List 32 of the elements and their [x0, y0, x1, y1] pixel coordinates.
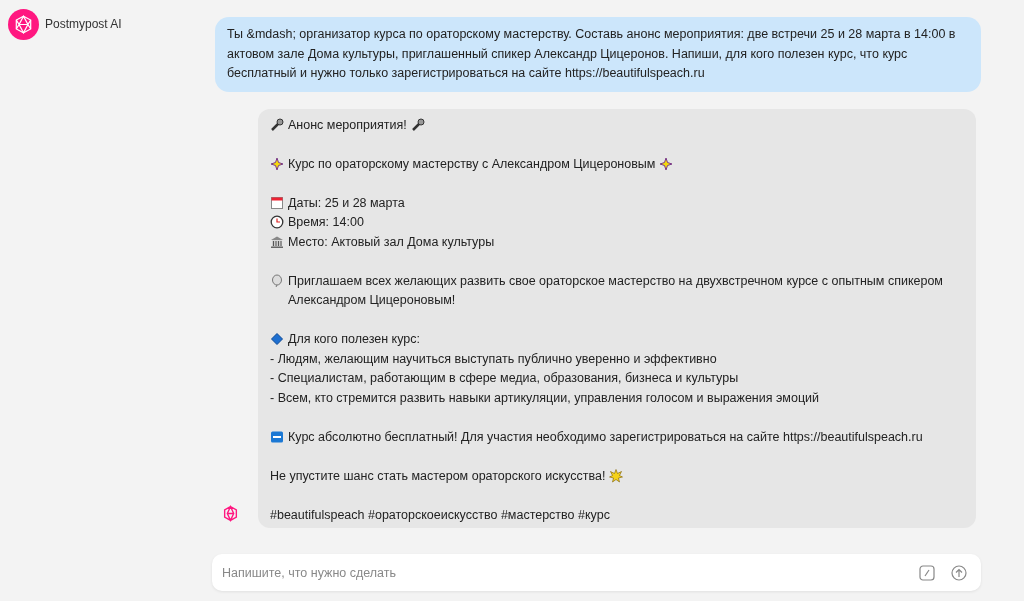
send-icon[interactable]	[951, 564, 967, 581]
message-input[interactable]: Напишите, что нужно сделать	[220, 564, 903, 581]
app-name: Postmypost AI	[45, 17, 122, 31]
message-text: #beautifulspeach #ораторскоеискусство #мастерство #курс	[270, 506, 610, 524]
message-text: - Всем, кто стремится развить навыки артикуляции, управления голосом и выражения эмоций	[270, 389, 820, 407]
free-sign-icon	[270, 429, 284, 444]
microphone-icon	[270, 117, 284, 132]
building-icon	[270, 234, 284, 249]
microphone-icon	[410, 117, 425, 132]
message-text: Время: 14:00	[288, 214, 364, 231]
slash-command-icon[interactable]	[919, 564, 935, 581]
message-text: Даты: 25 и 28 марта	[288, 194, 405, 212]
burst-icon	[609, 468, 624, 483]
clock-icon	[270, 215, 284, 229]
message-text: Место: Актовый зал Дома культуры	[288, 233, 495, 251]
message-text: Курс по ораторскому мастерству с Александром Цицероновым	[288, 155, 656, 173]
message-text: - Людям, желающим научиться выступать публично уверенно и эффективно	[270, 350, 717, 368]
message-text: Анонс мероприятия!	[288, 116, 407, 134]
message-text: - Специалистам, работающим в сфере медиа, образования, бизнеса и культуры	[270, 370, 739, 387]
sparkle-icon	[659, 156, 674, 171]
message-text: Для кого полезен курс:	[288, 331, 420, 348]
message-text: Не упустите шанс стать мастером ораторского искусства!	[270, 467, 606, 485]
user-message: Ты &mdash; организатор курса по ораторскому мастерству. Составь анонс мероприятия: две встречи 25 и 28 марта в 14:00 в актовом зале Дома культуры, приглашенный спикер Александр Цицеронов. Напиши, для кого полезен курс, что курс бесплатный и нужно только зарегистрироваться на сайте https://beautifulspeach.ru	[215, 17, 981, 92]
balloon-icon	[270, 273, 284, 288]
logo-icon	[8, 9, 39, 40]
sparkle-icon	[270, 156, 284, 171]
message-text: Приглашаем всех желающих развить свое ораторское мастерство на двухвстречном курсе с опытным спикером Александром Цицероновым!	[288, 272, 944, 309]
message-field[interactable]: Напишите, что нужно сделать	[212, 554, 981, 591]
assistant-avatar-icon	[222, 505, 239, 522]
diamond-icon	[270, 332, 284, 346]
calendar-icon	[270, 195, 284, 210]
message-text: Курс абсолютно бесплатный! Для участия необходимо зарегистрироваться на сайте https://beautifulspeach.ru	[288, 428, 923, 446]
